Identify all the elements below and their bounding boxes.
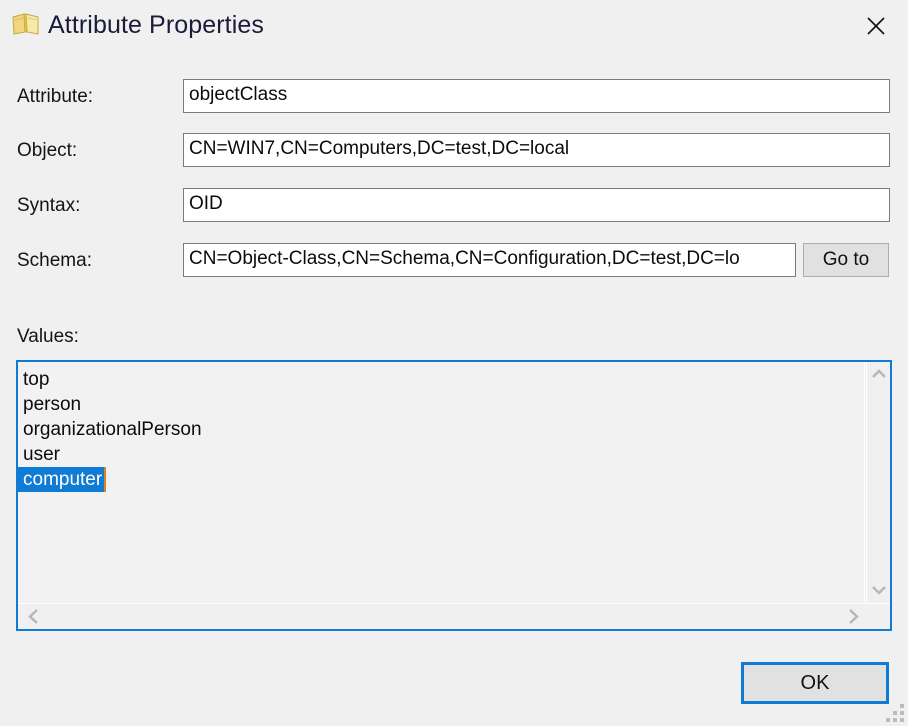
ok-button[interactable]: OK — [741, 662, 889, 704]
chevron-down-icon — [867, 578, 891, 602]
attribute-field[interactable]: objectClass — [183, 79, 890, 113]
close-icon — [865, 15, 887, 37]
chevron-right-icon — [840, 604, 866, 629]
list-item[interactable]: organizationalPerson — [18, 417, 864, 442]
form-row-syntax: Syntax: OID — [0, 188, 908, 222]
list-item[interactable]: person — [18, 392, 864, 417]
book-icon — [11, 11, 41, 37]
values-listbox[interactable]: top person organizationalPerson user com… — [16, 360, 892, 631]
scroll-down-button[interactable] — [867, 578, 891, 602]
object-label: Object: — [17, 139, 77, 163]
scroll-up-button[interactable] — [867, 362, 891, 386]
page-title: Attribute Properties — [48, 8, 264, 42]
go-to-button[interactable]: Go to — [803, 243, 889, 277]
schema-field[interactable]: CN=Object-Class,CN=Schema,CN=Configurati… — [183, 243, 796, 277]
list-item-selected[interactable]: computer — [18, 467, 106, 492]
chevron-up-icon — [867, 362, 891, 386]
horizontal-scrollbar[interactable] — [18, 603, 890, 629]
resize-grip[interactable] — [886, 704, 904, 722]
list-item[interactable]: top — [18, 367, 864, 392]
syntax-field[interactable]: OID — [183, 188, 890, 222]
syntax-label: Syntax: — [17, 194, 80, 218]
form-row-object: Object: CN=WIN7,CN=Computers,DC=test,DC=… — [0, 133, 908, 167]
values-list[interactable]: top person organizationalPerson user com… — [18, 362, 865, 602]
attribute-label: Attribute: — [17, 85, 93, 109]
close-button[interactable] — [852, 8, 900, 42]
form-row-schema: Schema: CN=Object-Class,CN=Schema,CN=Con… — [0, 243, 908, 277]
form-row-attribute: Attribute: objectClass — [0, 79, 908, 113]
scroll-right-button[interactable] — [840, 604, 866, 629]
title-bar: Attribute Properties — [0, 0, 908, 52]
values-label: Values: — [17, 325, 79, 349]
list-item[interactable]: user — [18, 442, 864, 467]
vertical-scrollbar[interactable] — [866, 362, 890, 602]
scroll-left-button[interactable] — [21, 604, 47, 629]
schema-label: Schema: — [17, 249, 92, 273]
chevron-left-icon — [21, 604, 47, 629]
object-field[interactable]: CN=WIN7,CN=Computers,DC=test,DC=local — [183, 133, 890, 167]
